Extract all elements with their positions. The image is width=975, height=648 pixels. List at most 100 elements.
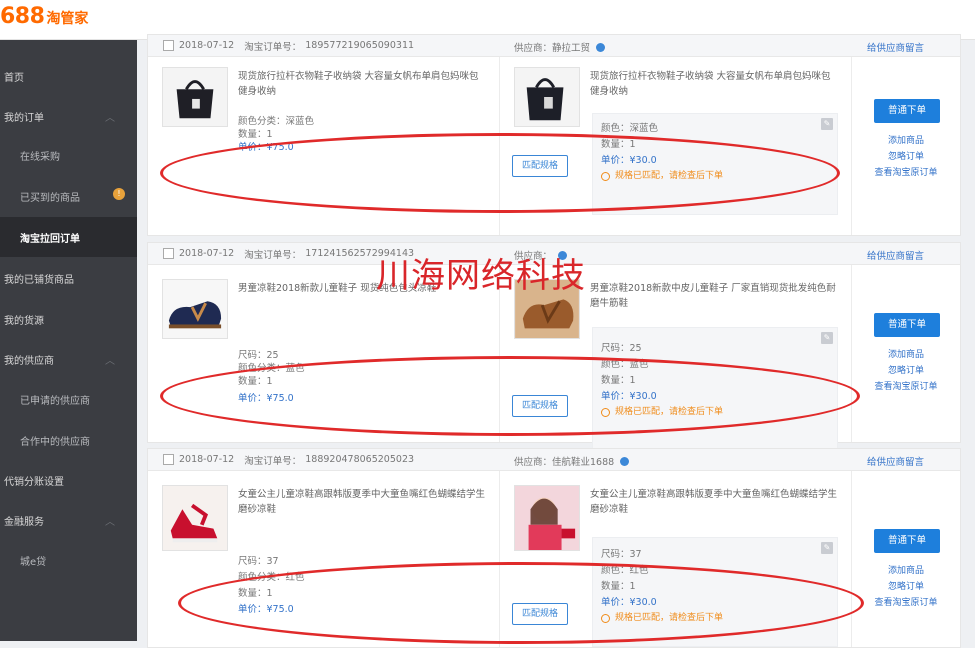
sidebar-item-online-purchase[interactable]: 在线采购 [0,135,137,175]
taobao-item: 现货旅行拉杆衣物鞋子收纳袋 大容量女帆布单肩包妈咪包 健身收纳 颜色分类：深蓝色… [148,57,500,235]
product-quantity: 数量：1 [238,588,273,599]
sandal-image [163,280,227,338]
match-warning: 规格已匹配，请检查后下单 [601,170,723,183]
product-title[interactable]: 女童公主儿童凉鞋高跟韩版夏季中大童鱼嘴红色蝴蝶结学生磨砂凉鞋 [238,487,488,517]
product-spec: 颜色：红色 [601,565,649,576]
sidebar-item-loan[interactable]: 城e贷 [0,540,137,580]
message-supplier-link[interactable]: 给供应商留言 [867,454,924,468]
ignore-order-link[interactable]: 忽略订单 [852,363,960,376]
product-title[interactable]: 女童公主儿童凉鞋高跟韩版夏季中大童鱼嘴红色蝴蝶结学生磨砂凉鞋 [590,487,840,517]
sidebar-item-cooperating-suppliers[interactable]: 合作中的供应商 [0,420,137,460]
edit-icon[interactable]: ✎ [821,118,833,130]
sidebar-item-split-settings[interactable]: 代销分账设置 [0,460,137,500]
order-actions: 普通下单 添加商品 忽略订单 查看淘宝原订单 [852,57,960,235]
sidebar-item-label: 我的已铺货商品 [4,274,74,286]
match-spec-button[interactable]: 匹配规格 [512,603,568,625]
order-card: 2018-07-12 淘宝订单号： 189577219065090311 供应商… [147,34,961,236]
product-title[interactable]: 现货旅行拉杆衣物鞋子收纳袋 大容量女帆布单肩包妈咪包 健身收纳 [238,69,488,99]
tote-bag-image [515,68,579,126]
edit-icon[interactable]: ✎ [821,542,833,554]
product-title[interactable]: 现货旅行拉杆衣物鞋子收纳袋 大容量女帆布单肩包妈咪包 健身收纳 [590,69,840,99]
product-size: 尺码：25 [238,350,279,361]
order-date: 2018-07-12 [179,454,235,465]
sidebar-item-label: 在线采购 [20,151,60,163]
match-spec-button[interactable]: 匹配规格 [512,395,568,417]
sidebar: 首页 我的订单 ︿ 在线采购 已买到的商品! 淘宝拉回订单 我的已铺货商品 我的货… [0,40,137,641]
sidebar-item-my-sources[interactable]: 我的货源 [0,299,137,339]
product-thumbnail[interactable] [514,485,580,551]
info-circle-icon [601,172,610,181]
sidebar-item-my-orders[interactable]: 我的订单 ︿ [0,96,137,136]
logo-number: 688 [0,4,45,29]
add-product-link[interactable]: 添加商品 [852,563,960,576]
product-thumbnail[interactable] [162,67,228,127]
sidebar-item-label: 淘宝拉回订单 [20,233,80,245]
product-price: 单价：¥30.0 [601,155,657,166]
view-taobao-order-link[interactable]: 查看淘宝原订单 [852,379,960,392]
taobao-item: 女童公主儿童凉鞋高跟韩版夏季中大童鱼嘴红色蝴蝶结学生磨砂凉鞋 尺码：37 颜色分… [148,471,500,647]
product-quantity: 数量：1 [601,139,636,150]
view-taobao-order-link[interactable]: 查看淘宝原订单 [852,165,960,178]
product-price: 单价：¥75.0 [238,393,294,404]
sidebar-item-label: 城e贷 [20,556,47,568]
supplier[interactable]: 供应商：静拉工贸 [514,40,606,54]
taobao-order-label: 淘宝订单号： [244,41,302,53]
order-checkbox[interactable] [163,248,174,259]
ignore-order-link[interactable]: 忽略订单 [852,579,960,592]
order-list: 2018-07-12 淘宝订单号： 189577219065090311 供应商… [147,34,975,648]
sidebar-item-label: 我的货源 [4,315,44,327]
sidebar-item-finance[interactable]: 金融服务 ︿ [0,500,137,540]
logo-text: 淘管家 [46,11,89,27]
supplier-name: 供应商：佳航鞋业1688 [514,457,615,468]
match-warning: 规格已匹配，请检查后下单 [601,406,723,419]
sidebar-item-home[interactable]: 首页 [0,56,137,96]
wangwang-chat-icon[interactable] [596,42,606,52]
spec-box: ✎ 尺码：37 颜色：红色 数量：1 单价：¥30.0 规格已匹配，请检查后下单 [592,537,838,647]
chevron-up-icon: ︿ [105,356,115,367]
product-spec: 颜色：蓝色 [601,359,649,370]
message-supplier-link[interactable]: 给供应商留言 [867,248,924,262]
red-sandal-image [163,486,227,550]
product-price: 单价：¥75.0 [238,604,294,615]
product-quantity: 数量：1 [238,376,273,387]
supplier-name: 供应商：静拉工贸 [514,43,591,54]
add-product-link[interactable]: 添加商品 [852,347,960,360]
sidebar-item-label: 代销分账设置 [4,476,64,488]
view-taobao-order-link[interactable]: 查看淘宝原订单 [852,595,960,608]
tote-bag-image [163,68,227,126]
normal-order-button[interactable]: 普通下单 [874,313,940,337]
sidebar-item-label: 金融服务 [4,516,44,528]
spec-box: ✎ 颜色：深蓝色 数量：1 单价：¥30.0 规格已匹配，请检查后下单 [592,113,838,215]
supplier-item: 女童公主儿童凉鞋高跟韩版夏季中大童鱼嘴红色蝴蝶结学生磨砂凉鞋 匹配规格 ✎ 尺码… [500,471,852,647]
add-product-link[interactable]: 添加商品 [852,133,960,146]
product-thumbnail[interactable] [162,279,228,339]
ignore-order-link[interactable]: 忽略订单 [852,149,960,162]
product-quantity: 数量：1 [601,581,636,592]
order-actions: 普通下单 添加商品 忽略订单 查看淘宝原订单 [852,471,960,647]
edit-icon[interactable]: ✎ [821,332,833,344]
info-circle-icon [601,408,610,417]
spec-box: ✎ 尺码：25 颜色：蓝色 数量：1 单价：¥30.0 规格已匹配，请检查后下单 [592,327,838,449]
order-actions: 普通下单 添加商品 忽略订单 查看淘宝原订单 [852,265,960,442]
sidebar-item-bought-goods[interactable]: 已买到的商品! [0,176,137,216]
sidebar-item-applied-suppliers[interactable]: 已申请的供应商 [0,379,137,419]
taobao-order-label: 淘宝订单号： [244,455,302,467]
normal-order-button[interactable]: 普通下单 [874,99,940,123]
warning-text: 规格已匹配，请检查后下单 [615,407,724,417]
sidebar-item-distributed-goods[interactable]: 我的已铺货商品 [0,258,137,298]
logo[interactable]: 688 淘管家 [0,4,88,29]
wangwang-chat-icon[interactable] [620,456,630,466]
product-thumbnail[interactable] [162,485,228,551]
order-checkbox[interactable] [163,40,174,51]
supplier[interactable]: 供应商：佳航鞋业1688 [514,454,630,468]
product-title[interactable]: 男童凉鞋2018新款中皮儿童鞋子 厂家直销现货批发纯色耐磨牛筋鞋 [590,281,840,311]
normal-order-button[interactable]: 普通下单 [874,529,940,553]
sidebar-item-label: 已申请的供应商 [20,395,90,407]
order-checkbox[interactable] [163,454,174,465]
match-spec-button[interactable]: 匹配规格 [512,155,568,177]
message-supplier-link[interactable]: 给供应商留言 [867,40,924,54]
product-thumbnail[interactable] [514,67,580,127]
product-price: 单价：¥30.0 [601,391,657,402]
sidebar-item-taobao-orders[interactable]: 淘宝拉回订单 [0,217,137,257]
sidebar-item-my-suppliers[interactable]: 我的供应商 ︿ [0,339,137,379]
